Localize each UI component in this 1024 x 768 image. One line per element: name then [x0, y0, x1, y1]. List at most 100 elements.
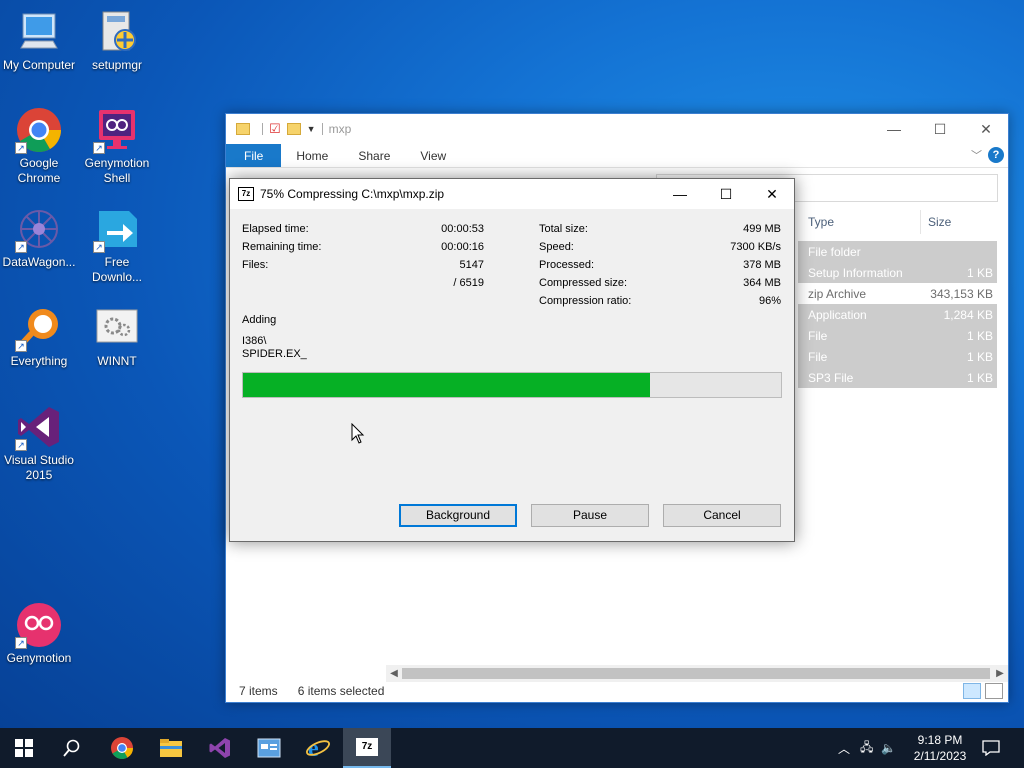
help-icon[interactable]: ? [988, 147, 1004, 163]
processed-value: 378 MB [743, 259, 781, 271]
network-icon[interactable]: 🖧 [860, 738, 873, 759]
file-row[interactable]: File 1 KB [798, 325, 997, 346]
volume-icon[interactable]: 🔈 [881, 741, 896, 755]
desktop-icon-label: My Computer [2, 58, 76, 72]
desktop-icon-winnt[interactable]: WINNT [78, 304, 156, 369]
file-type: zip Archive [808, 286, 867, 301]
total-size-label: Total size: [539, 223, 588, 235]
shortcut-arrow-icon: ↗ [15, 142, 27, 154]
close-button[interactable]: ✕ [749, 179, 795, 209]
column-divider[interactable] [920, 210, 921, 234]
taskbar-7zip[interactable]: 7z [343, 728, 391, 768]
shortcut-arrow-icon: ↗ [15, 439, 27, 451]
dialog-titlebar[interactable]: 7z 75% Compressing C:\mxp\mxp.zip — ☐ ✕ [230, 179, 794, 209]
everything-search-icon: ↗ [15, 304, 63, 352]
internet-explorer-icon: e [306, 736, 330, 760]
scrollbar-thumb[interactable] [402, 668, 990, 679]
operation-label: Adding [242, 314, 277, 326]
genymotion-icon: ↗ [15, 601, 63, 649]
shortcut-arrow-icon: ↗ [93, 142, 105, 154]
file-size: 1 KB [966, 328, 993, 343]
files-label: Files: [242, 259, 269, 271]
notification-center-icon[interactable] [982, 728, 1000, 768]
7zip-icon: 7z [238, 187, 254, 201]
properties-icon[interactable]: ☑ [269, 121, 281, 137]
download-manager-icon: ↗ [93, 205, 141, 253]
compression-ratio-value: 96% [758, 295, 781, 307]
desktop-icon-label: Genymotion [6, 651, 72, 665]
new-folder-icon[interactable] [286, 123, 301, 135]
background-button[interactable]: Background [399, 504, 517, 527]
expand-ribbon-chevron-icon[interactable]: ﹀ [971, 147, 982, 163]
maximize-button[interactable]: ☐ [703, 179, 749, 209]
tab-file[interactable]: File [226, 144, 282, 167]
file-row[interactable]: zip Archive 343,153 KB [798, 283, 997, 304]
large-icons-view-icon[interactable] [985, 683, 1003, 699]
taskbar-visual-studio[interactable] [196, 728, 244, 768]
compressed-size-label: Compressed size: [539, 277, 628, 289]
desktop-icon-everything[interactable]: ↗ Everything [0, 304, 78, 369]
taskbar: e 7z ︿ 🖧 🔈 9:18 PM 2/11/2023 [0, 728, 1024, 768]
pause-button[interactable]: Pause [531, 504, 649, 527]
desktop-icon-my-computer[interactable]: My Computer [0, 8, 78, 73]
desktop-icon-genymotion-shell[interactable]: ↗ Genymotion Shell [78, 106, 156, 186]
taskbar-clock[interactable]: 9:18 PM 2/11/2023 [908, 732, 972, 764]
desktop-icon-google-chrome[interactable]: ↗ Google Chrome [0, 106, 78, 186]
visual-studio-icon [209, 738, 230, 758]
file-row[interactable]: SP3 File 1 KB [798, 367, 997, 388]
minimize-button[interactable]: — [657, 179, 703, 209]
tab-home[interactable]: Home [281, 144, 343, 167]
column-header-type[interactable]: Type [808, 210, 834, 234]
setupmgr-icon [93, 8, 141, 56]
file-row[interactable]: Application 1,284 KB [798, 304, 997, 325]
cancel-button[interactable]: Cancel [663, 504, 781, 527]
details-view-icon[interactable] [963, 683, 981, 699]
file-size: 1 KB [966, 349, 993, 364]
desktop-icon-label: Everything [10, 354, 68, 368]
elapsed-time-label: Elapsed time: [242, 223, 309, 235]
remaining-time-label: Remaining time: [242, 241, 322, 253]
file-row[interactable]: File folder [798, 241, 997, 262]
start-button[interactable] [0, 728, 48, 768]
windows-logo-icon [15, 739, 33, 757]
taskbar-chrome[interactable] [98, 728, 146, 768]
system-tray: ︿ 🖧 🔈 [838, 728, 896, 768]
desktop-icon-label: Visual Studio 2015 [4, 453, 74, 482]
desktop-icon-free-download-manager[interactable]: ↗ Free Downlo... [78, 205, 156, 285]
taskbar-internet-explorer[interactable]: e [294, 728, 342, 768]
ribbon-tabs: File Home Share View [226, 144, 1008, 168]
maximize-button[interactable]: ☐ [917, 114, 963, 144]
desktop-icon-datawagon[interactable]: ↗ DataWagon... [0, 205, 78, 270]
desktop-icon-label: WINNT [97, 354, 137, 368]
file-size: 1 KB [966, 265, 993, 280]
explorer-title: mxp [328, 122, 352, 136]
mouse-cursor-icon [351, 422, 365, 448]
file-size: 343,153 KB [930, 286, 993, 301]
file-explorer-icon [160, 739, 182, 757]
column-header-size[interactable]: Size [928, 210, 951, 234]
total-size-value: 499 MB [743, 223, 781, 235]
current-directory: I386\ [242, 335, 267, 347]
file-row[interactable]: Setup Information 1 KB [798, 262, 997, 283]
desktop-icon-genymotion[interactable]: ↗ Genymotion [0, 601, 78, 666]
file-row[interactable]: File 1 KB [798, 346, 997, 367]
desktop-icon-label: DataWagon... [2, 255, 76, 269]
close-button[interactable]: ✕ [963, 114, 1009, 144]
desktop-icon-visual-studio[interactable]: ↗ Visual Studio 2015 [0, 403, 78, 483]
processed-label: Processed: [539, 259, 595, 271]
qat-dropdown-icon[interactable]: ▼ [307, 124, 316, 134]
desktop-icon-setupmgr[interactable]: setupmgr [78, 8, 156, 73]
taskbar-file-explorer[interactable] [147, 728, 195, 768]
search-icon [63, 739, 80, 757]
shortcut-arrow-icon: ↗ [15, 241, 27, 253]
desktop-icon-label: setupmgr [91, 58, 143, 72]
tab-view[interactable]: View [405, 144, 461, 167]
show-hidden-icons-chevron-icon[interactable]: ︿ [838, 740, 850, 757]
minimize-button[interactable]: — [871, 114, 917, 144]
tab-share[interactable]: Share [343, 144, 405, 167]
search-button[interactable] [48, 728, 96, 768]
compress-progress-dialog[interactable]: 7z 75% Compressing C:\mxp\mxp.zip — ☐ ✕ … [229, 178, 795, 542]
taskbar-app-window[interactable] [245, 728, 293, 768]
elapsed-time-value: 00:00:53 [441, 223, 484, 235]
explorer-titlebar[interactable]: ☑ ▼ mxp — ☐ ✕ [226, 114, 1008, 144]
